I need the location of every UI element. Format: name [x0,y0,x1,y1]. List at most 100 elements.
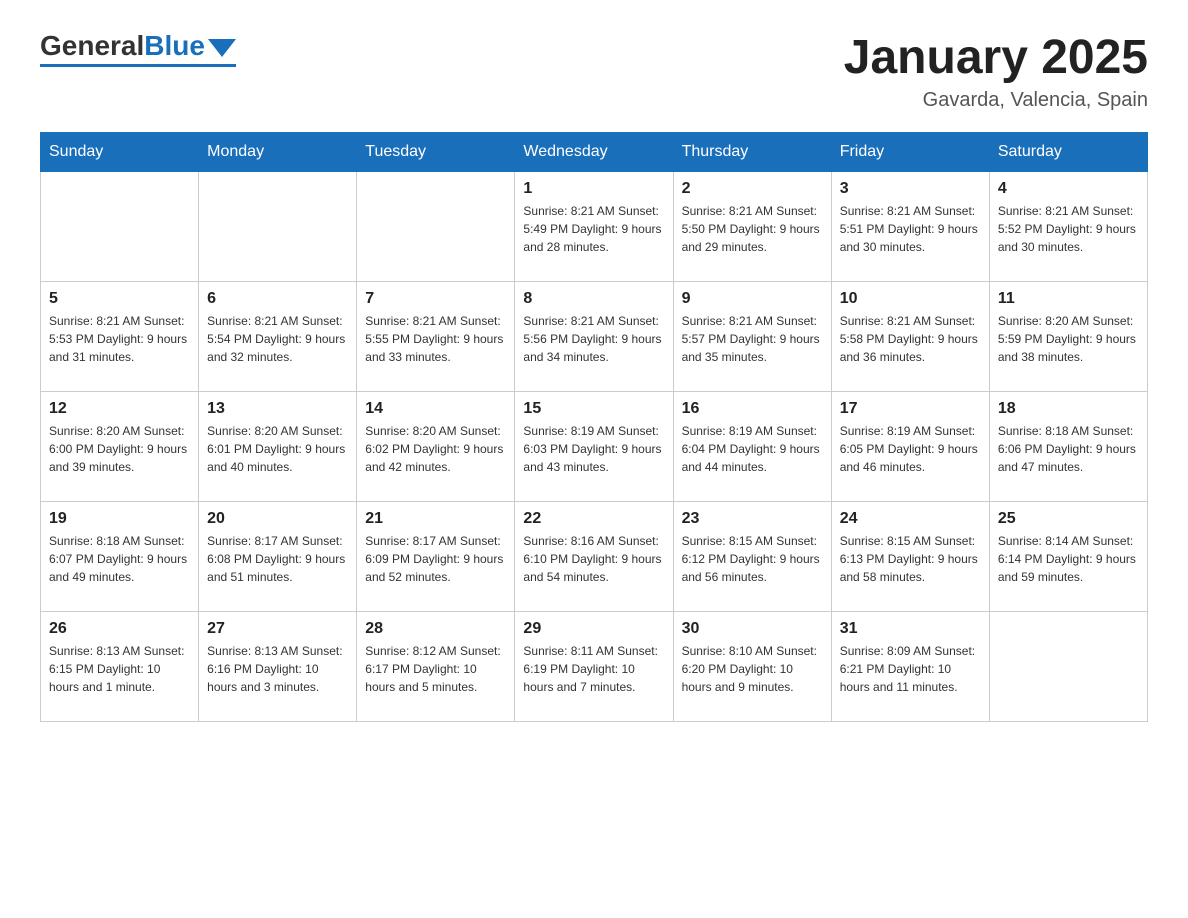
day-info: Sunrise: 8:09 AM Sunset: 6:21 PM Dayligh… [840,642,981,696]
day-info: Sunrise: 8:17 AM Sunset: 6:09 PM Dayligh… [365,532,506,586]
day-cell: 29Sunrise: 8:11 AM Sunset: 6:19 PM Dayli… [515,612,673,722]
day-info: Sunrise: 8:21 AM Sunset: 5:52 PM Dayligh… [998,202,1139,256]
day-number: 5 [49,290,190,308]
day-number: 8 [523,290,664,308]
page-header: General Blue January 2025 Gavarda, Valen… [40,30,1148,112]
day-info: Sunrise: 8:21 AM Sunset: 5:53 PM Dayligh… [49,312,190,366]
logo-general-text: General [40,30,144,62]
day-number: 23 [682,510,823,528]
day-number: 16 [682,400,823,418]
day-cell: 4 Sunrise: 8:21 AM Sunset: 5:52 PM Daylig… [989,172,1147,282]
day-info: Sunrise: 8:16 AM Sunset: 6:10 PM Dayligh… [523,532,664,586]
logo-underline [40,64,236,67]
day-cell: 17 Sunrise: 8:19 AM Sunset: 6:05 PM Dayli… [831,392,989,502]
logo-blue-text: Blue [144,30,205,62]
day-cell: 7Sunrise: 8:21 AM Sunset: 5:55 PM Daylig… [357,282,515,392]
day-number: 26 [49,620,190,638]
calendar-title: January 2025 [844,30,1148,85]
day-cell: 31 Sunrise: 8:09 AM Sunset: 6:21 PM Dayli… [831,612,989,722]
calendar-header: SundayMondayTuesdayWednesdayThursdayFrid… [41,133,1148,172]
day-info: Sunrise: 8:20 AM Sunset: 6:02 PM Dayligh… [365,422,506,476]
day-info: Sunrise: 8:21 AM Sunset: 5:56 PM Dayligh… [523,312,664,366]
day-number: 12 [49,400,190,418]
day-info: Sunrise: 8:10 AM Sunset: 6:20 PM Dayligh… [682,642,823,696]
calendar-body: 1 Sunrise: 8:21 AM Sunset: 5:49 PM Daylig… [41,172,1148,722]
week-row-3: 12 Sunrise: 8:20 AM Sunset: 6:00 PM Dayli… [41,392,1148,502]
day-info: Sunrise: 8:13 AM Sunset: 6:16 PM Dayligh… [207,642,348,696]
day-number: 14 [365,400,506,418]
day-info: Sunrise: 8:20 AM Sunset: 6:00 PM Dayligh… [49,422,190,476]
day-info: Sunrise: 8:19 AM Sunset: 6:04 PM Dayligh… [682,422,823,476]
title-section: January 2025 Gavarda, Valencia, Spain [844,30,1148,112]
day-info: Sunrise: 8:14 AM Sunset: 6:14 PM Dayligh… [998,532,1139,586]
week-row-4: 19 Sunrise: 8:18 AM Sunset: 6:07 PM Dayli… [41,502,1148,612]
day-number: 30 [682,620,823,638]
day-cell: 16 Sunrise: 8:19 AM Sunset: 6:04 PM Dayli… [673,392,831,502]
header-cell-tuesday: Tuesday [357,133,515,172]
header-cell-thursday: Thursday [673,133,831,172]
day-number: 22 [523,510,664,528]
header-cell-friday: Friday [831,133,989,172]
day-info: Sunrise: 8:18 AM Sunset: 6:07 PM Dayligh… [49,532,190,586]
day-cell: 21Sunrise: 8:17 AM Sunset: 6:09 PM Dayli… [357,502,515,612]
day-number: 17 [840,400,981,418]
day-info: Sunrise: 8:19 AM Sunset: 6:05 PM Dayligh… [840,422,981,476]
day-cell: 15Sunrise: 8:19 AM Sunset: 6:03 PM Dayli… [515,392,673,502]
day-info: Sunrise: 8:21 AM Sunset: 5:55 PM Dayligh… [365,312,506,366]
day-cell: 13Sunrise: 8:20 AM Sunset: 6:01 PM Dayli… [199,392,357,502]
day-info: Sunrise: 8:18 AM Sunset: 6:06 PM Dayligh… [998,422,1139,476]
day-info: Sunrise: 8:20 AM Sunset: 5:59 PM Dayligh… [998,312,1139,366]
day-cell: 20Sunrise: 8:17 AM Sunset: 6:08 PM Dayli… [199,502,357,612]
week-row-1: 1 Sunrise: 8:21 AM Sunset: 5:49 PM Daylig… [41,172,1148,282]
day-number: 20 [207,510,348,528]
day-info: Sunrise: 8:21 AM Sunset: 5:54 PM Dayligh… [207,312,348,366]
day-info: Sunrise: 8:12 AM Sunset: 6:17 PM Dayligh… [365,642,506,696]
header-cell-wednesday: Wednesday [515,133,673,172]
day-cell [41,172,199,282]
day-cell: 28 Sunrise: 8:12 AM Sunset: 6:17 PM Dayli… [357,612,515,722]
day-cell: 1 Sunrise: 8:21 AM Sunset: 5:49 PM Daylig… [515,172,673,282]
day-cell [357,172,515,282]
day-info: Sunrise: 8:20 AM Sunset: 6:01 PM Dayligh… [207,422,348,476]
day-cell: 12 Sunrise: 8:20 AM Sunset: 6:00 PM Dayli… [41,392,199,502]
day-number: 24 [840,510,981,528]
day-number: 1 [523,180,664,198]
day-cell: 9 Sunrise: 8:21 AM Sunset: 5:57 PM Daylig… [673,282,831,392]
day-cell: 24Sunrise: 8:15 AM Sunset: 6:13 PM Dayli… [831,502,989,612]
day-cell: 6Sunrise: 8:21 AM Sunset: 5:54 PM Daylig… [199,282,357,392]
day-info: Sunrise: 8:13 AM Sunset: 6:15 PM Dayligh… [49,642,190,696]
header-cell-monday: Monday [199,133,357,172]
day-cell: 22 Sunrise: 8:16 AM Sunset: 6:10 PM Dayli… [515,502,673,612]
day-number: 31 [840,620,981,638]
day-cell: 14 Sunrise: 8:20 AM Sunset: 6:02 PM Dayli… [357,392,515,502]
day-cell: 5 Sunrise: 8:21 AM Sunset: 5:53 PM Daylig… [41,282,199,392]
calendar-table: SundayMondayTuesdayWednesdayThursdayFrid… [40,132,1148,722]
logo: General Blue [40,30,236,67]
week-row-2: 5 Sunrise: 8:21 AM Sunset: 5:53 PM Daylig… [41,282,1148,392]
day-info: Sunrise: 8:21 AM Sunset: 5:49 PM Dayligh… [523,202,664,256]
day-number: 9 [682,290,823,308]
day-number: 27 [207,620,348,638]
day-number: 28 [365,620,506,638]
day-info: Sunrise: 8:21 AM Sunset: 5:50 PM Dayligh… [682,202,823,256]
day-info: Sunrise: 8:21 AM Sunset: 5:57 PM Dayligh… [682,312,823,366]
day-cell: 25Sunrise: 8:14 AM Sunset: 6:14 PM Dayli… [989,502,1147,612]
day-info: Sunrise: 8:21 AM Sunset: 5:51 PM Dayligh… [840,202,981,256]
day-number: 4 [998,180,1139,198]
day-info: Sunrise: 8:15 AM Sunset: 6:12 PM Dayligh… [682,532,823,586]
week-row-5: 26 Sunrise: 8:13 AM Sunset: 6:15 PM Dayli… [41,612,1148,722]
day-cell: 10Sunrise: 8:21 AM Sunset: 5:58 PM Dayli… [831,282,989,392]
day-number: 19 [49,510,190,528]
day-number: 2 [682,180,823,198]
header-row: SundayMondayTuesdayWednesdayThursdayFrid… [41,133,1148,172]
day-cell: 2 Sunrise: 8:21 AM Sunset: 5:50 PM Daylig… [673,172,831,282]
day-cell: 30 Sunrise: 8:10 AM Sunset: 6:20 PM Dayli… [673,612,831,722]
day-cell: 27 Sunrise: 8:13 AM Sunset: 6:16 PM Dayli… [199,612,357,722]
day-cell [199,172,357,282]
day-number: 29 [523,620,664,638]
calendar-subtitle: Gavarda, Valencia, Spain [844,89,1148,112]
day-cell: 8 Sunrise: 8:21 AM Sunset: 5:56 PM Daylig… [515,282,673,392]
logo-triangle-icon [208,39,236,57]
day-number: 3 [840,180,981,198]
day-cell: 23 Sunrise: 8:15 AM Sunset: 6:12 PM Dayli… [673,502,831,612]
